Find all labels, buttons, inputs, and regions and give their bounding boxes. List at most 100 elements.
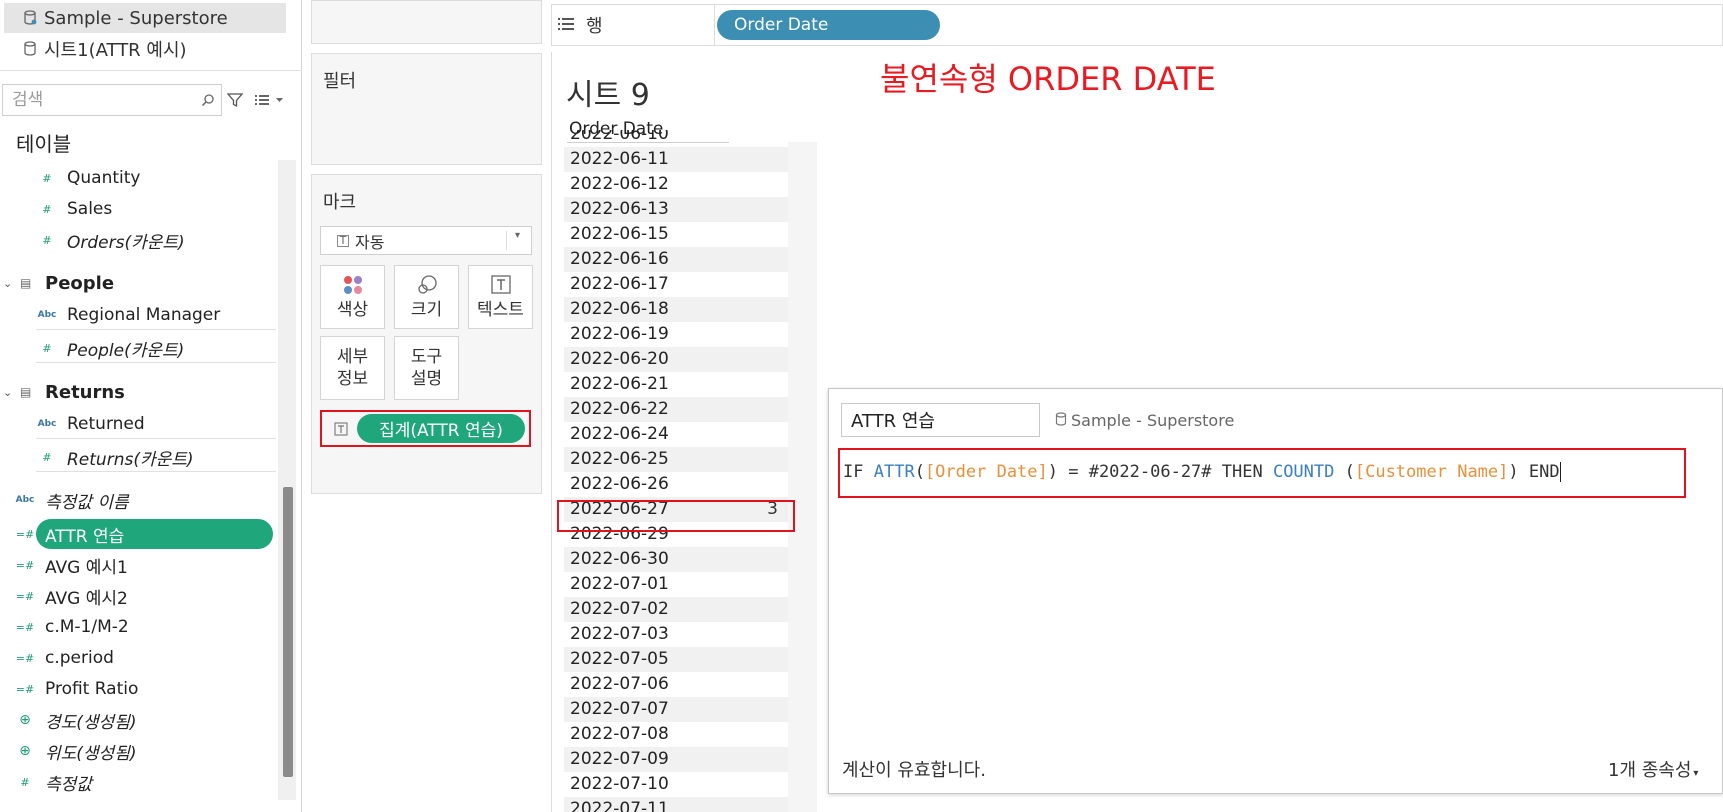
globe-icon: ⊕ <box>19 712 31 728</box>
search-input[interactable] <box>3 86 193 114</box>
field-returned[interactable]: Abc Returned <box>0 409 276 439</box>
field-measure-names[interactable]: Abc 측정값 이름 <box>0 485 276 515</box>
highlight-box <box>838 448 1686 498</box>
date-row[interactable]: 2022-06-18 <box>564 297 788 322</box>
scrollbar-thumb[interactable] <box>283 487 293 777</box>
date-cell: 2022-07-02 <box>564 597 788 622</box>
date-row[interactable]: 2022-06-20 <box>564 347 788 372</box>
datasource-sample-superstore[interactable]: Sample - Superstore <box>4 3 286 33</box>
dimension-abc-icon: Abc <box>15 495 35 505</box>
date-cell: 2022-06-16 <box>564 247 788 272</box>
field-label: c.M-1/M-2 <box>45 617 129 637</box>
field-sales[interactable]: # Sales <box>0 194 276 224</box>
field-label: 측정값 <box>45 774 92 795</box>
date-row[interactable]: 2022-07-10 <box>564 772 788 797</box>
calc-measure-icon: =# <box>15 558 35 572</box>
field-returns-count[interactable]: # Returns(카운트) <box>0 442 276 472</box>
search-box[interactable] <box>2 84 222 116</box>
calc-name-field[interactable]: ATTR 연습 <box>841 403 1040 437</box>
chevron-down-icon: ⌄ <box>3 276 13 290</box>
size-button[interactable]: 크기 <box>394 265 459 329</box>
field-label: Returned <box>67 414 145 434</box>
field-avg1[interactable]: =# AVG 예시1 <box>0 550 276 580</box>
text-button[interactable]: 텍스트 <box>468 265 533 329</box>
date-row[interactable]: 2022-06-21 <box>564 372 788 397</box>
date-cell: 2022-07-03 <box>570 624 669 644</box>
date-cell: 2022-07-01 <box>570 574 669 594</box>
date-row[interactable]: 2022-06-26 <box>564 472 788 497</box>
date-row[interactable]: 2022-06-12 <box>564 172 788 197</box>
field-quantity[interactable]: # Quantity <box>0 163 276 193</box>
date-row[interactable]: 2022-06-30 <box>564 547 788 572</box>
order-date-pill[interactable]: Order Date <box>717 10 940 40</box>
size-icon <box>395 274 458 300</box>
calc-datasource: Sample - Superstore <box>1055 411 1234 430</box>
calc-datasource-label: Sample - Superstore <box>1071 411 1235 430</box>
chevron-down-icon: ▾ <box>515 230 521 241</box>
date-row[interactable]: 2022-06-17 <box>564 272 788 297</box>
field-label: Regional Manager <box>67 305 221 325</box>
date-row[interactable]: 2022-06-16 <box>564 247 788 272</box>
calc-status: 계산이 유효합니다. <box>842 760 986 781</box>
filters-card[interactable]: 필터 <box>311 53 542 165</box>
filter-icon[interactable] <box>226 92 244 112</box>
date-row[interactable]: 2022-07-01 <box>564 572 788 597</box>
date-row[interactable]: 2022-07-09 <box>564 747 788 772</box>
date-cell: 2022-07-05 <box>564 647 788 672</box>
date-row[interactable]: 2022-06-19 <box>564 322 788 347</box>
mark-type-dropdown[interactable]: T 자동 ▾ <box>320 226 532 255</box>
field-longitude[interactable]: ⊕ 경도(생성됨) <box>0 705 276 735</box>
field-label: Orders(카운트) <box>67 232 185 253</box>
date-row[interactable]: 2022-06-24 <box>564 422 788 447</box>
date-cell: 2022-07-07 <box>564 697 788 722</box>
date-cell: 2022-06-22 <box>564 397 788 422</box>
date-row[interactable]: 2022-07-08 <box>564 722 788 747</box>
field-profit-ratio[interactable]: =# Profit Ratio <box>0 674 276 704</box>
datasource-sheet1[interactable]: 시트1(ATTR 예시) <box>4 34 286 64</box>
field-attr-practice-selected[interactable]: ATTR 연습 <box>36 519 273 549</box>
measure-hash-icon: # <box>20 775 30 789</box>
size-label: 크기 <box>410 300 443 320</box>
field-cperiod[interactable]: =# c.period <box>0 643 276 673</box>
color-button[interactable]: 색상 <box>320 265 385 329</box>
text-icon <box>469 274 532 300</box>
field-latitude[interactable]: ⊕ 위도(생성됨) <box>0 736 276 766</box>
field-cm[interactable]: =# c.M-1/M-2 <box>0 612 276 642</box>
view-options-icon[interactable] <box>255 92 285 111</box>
divider <box>36 471 276 472</box>
date-row[interactable]: 2022-07-07 <box>564 697 788 722</box>
date-row[interactable]: 2022-07-03 <box>564 622 788 647</box>
field-people-count[interactable]: # People(카운트) <box>0 333 276 363</box>
date-row[interactable]: 2022-06-22 <box>564 397 788 422</box>
date-row[interactable]: 2022-07-02 <box>564 597 788 622</box>
date-cell: 2022-06-12 <box>570 174 669 194</box>
date-row[interactable]: 2022-07-05 <box>564 647 788 672</box>
date-row[interactable]: 2022-07-11 <box>564 797 788 812</box>
cylinder-icon <box>1055 411 1067 430</box>
date-cell: 2022-06-11 <box>564 147 788 172</box>
calc-dependencies-dropdown[interactable]: 1개 종속성 ▾ <box>1608 756 1698 782</box>
pages-card[interactable] <box>311 0 542 44</box>
date-row[interactable]: 2022-06-13 <box>564 197 788 222</box>
field-orders-count[interactable]: # Orders(카운트) <box>0 225 276 255</box>
tooltip-button[interactable]: 도구 설명 <box>394 336 459 400</box>
calc-measure-icon: =# <box>15 527 35 541</box>
date-row[interactable]: 2022-06-15 <box>564 222 788 247</box>
color-icon <box>321 274 384 300</box>
field-regional-manager[interactable]: Abc Regional Manager <box>0 300 276 330</box>
field-avg2[interactable]: =# AVG 예시2 <box>0 581 276 611</box>
field-measure-values[interactable]: # 측정값 <box>0 767 276 797</box>
date-row[interactable]: 2022-06-11 <box>564 147 788 172</box>
date-cell: 2022-06-25 <box>564 447 788 472</box>
field-label: 위도(생성됨) <box>45 743 137 764</box>
date-row[interactable]: 2022-06-10 <box>564 130 788 147</box>
text-mark-icon: T <box>337 234 349 247</box>
detail-button[interactable]: 세부 정보 <box>320 336 385 400</box>
calc-measure-icon: =# <box>15 620 35 634</box>
date-list: 2022-06-10 2022-06-11 2022-06-12 2022-06-13… <box>564 130 788 812</box>
sheet-title: 시트 9 <box>566 78 650 113</box>
date-cell: 2022-06-17 <box>570 274 669 294</box>
date-row[interactable]: 2022-06-25 <box>564 447 788 472</box>
dropdown-divider <box>506 231 507 250</box>
date-row[interactable]: 2022-07-06 <box>564 672 788 697</box>
